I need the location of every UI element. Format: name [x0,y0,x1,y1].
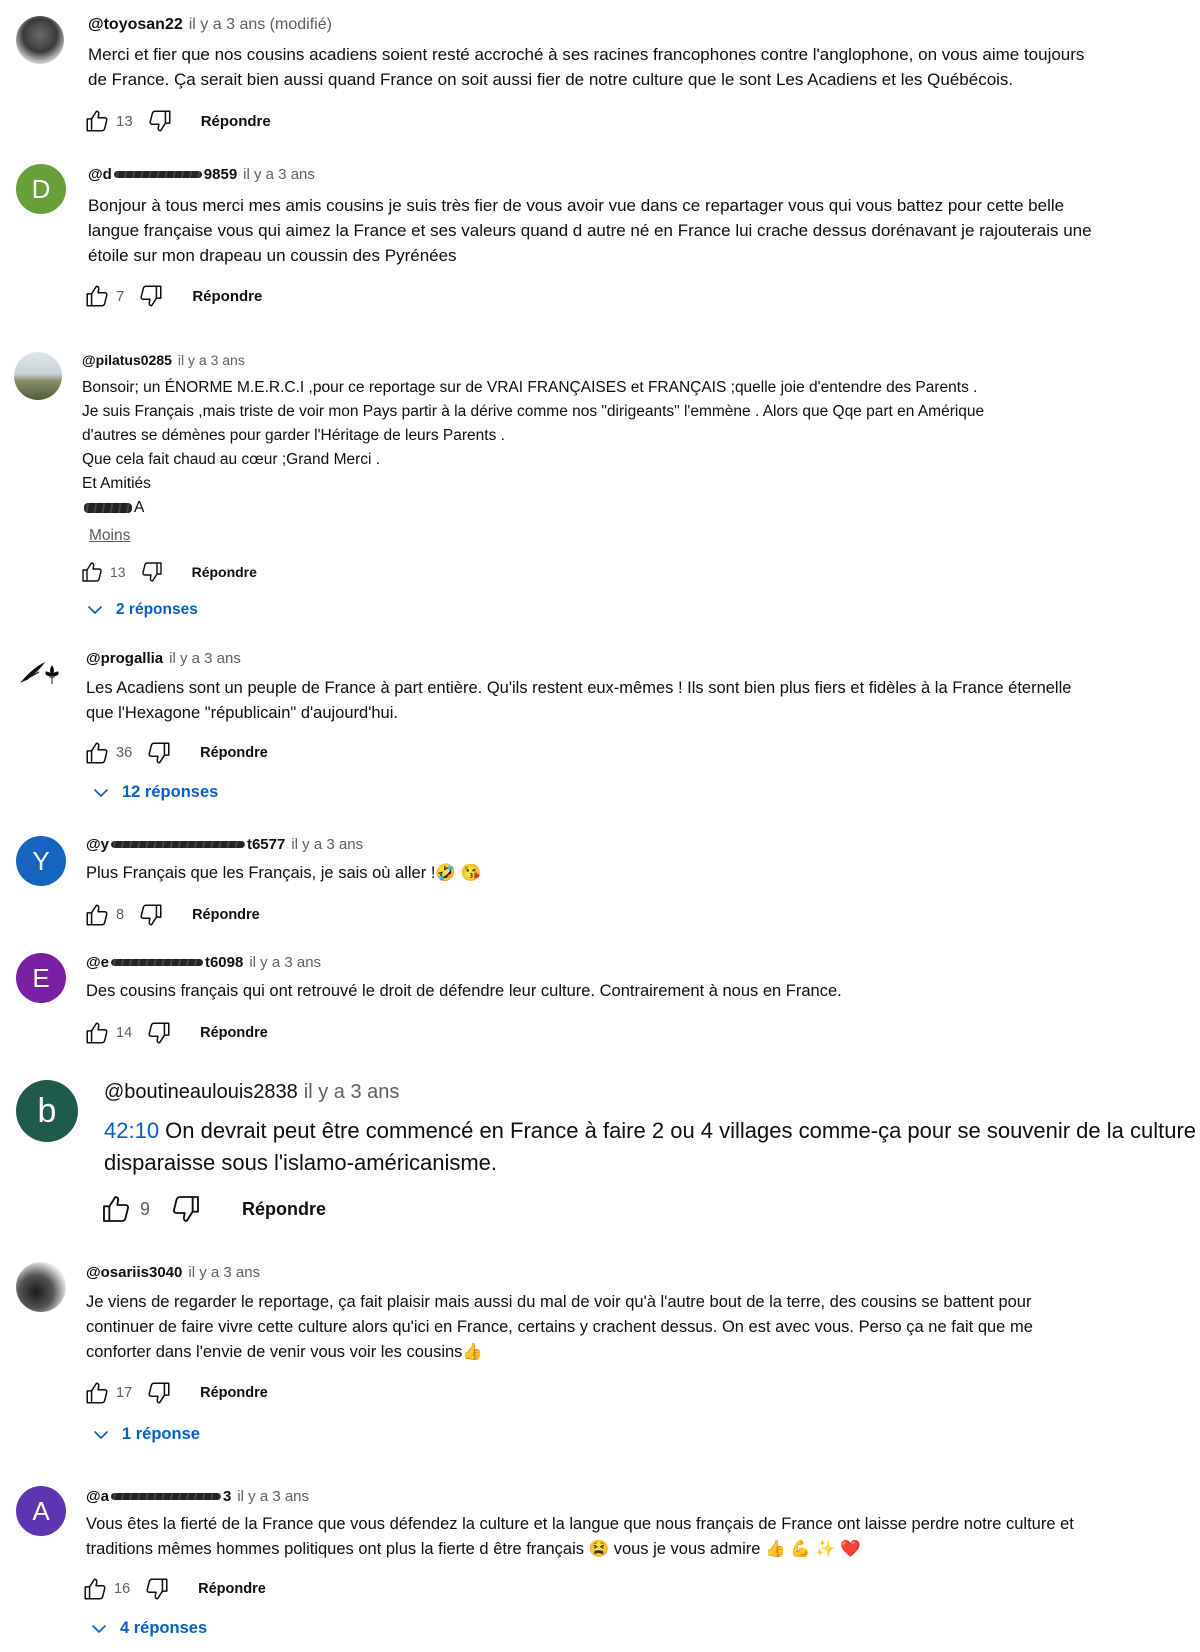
comment-author[interactable]: @progallia [86,650,163,667]
comment-text: Bonjour à tous merci mes amis cousins je… [88,196,1092,265]
thumb-down-icon[interactable] [170,1193,202,1225]
reply-button[interactable]: Répondre [201,113,271,130]
like-count: 13 [110,564,126,580]
avatar[interactable]: b [16,1080,78,1142]
comment-time[interactable]: il y a 3 ans [169,650,241,667]
reply-button[interactable]: Répondre [192,564,257,580]
avatar[interactable] [14,352,62,400]
view-replies-button[interactable]: 12 réponses [92,783,218,802]
comment-author[interactable]: @pilatus0285 [82,352,172,368]
quill-fleur-de-lis-icon [20,662,59,684]
comment-author[interactable]: @a 3 [86,1488,231,1505]
thumb-up-icon[interactable] [84,902,110,928]
avatar[interactable] [16,648,66,698]
comment-text: Bonsoir; un ÉNORME M.E.R.C.I ,pour ce re… [82,376,984,520]
avatar[interactable]: A [16,1486,66,1536]
like-count: 13 [116,112,133,130]
comment-text: Les Acadiens sont un peuple de France à … [86,679,1072,722]
reply-button[interactable]: Répondre [192,288,262,305]
comment-text: Plus Français que les Français, je sais … [86,864,482,882]
thumb-up-icon[interactable] [100,1193,132,1225]
thumb-up-icon[interactable] [84,740,110,766]
avatar[interactable] [16,1262,66,1312]
comment-text: Vous êtes la fierté de la France que vou… [86,1515,1074,1558]
avatar[interactable] [16,16,64,64]
like-count: 7 [116,287,125,305]
avatar[interactable]: Y [16,836,66,886]
timestamp-link[interactable]: 42:10 [104,1118,159,1143]
reply-button[interactable]: Répondre [198,1581,266,1597]
comment-author[interactable]: @d 9859 [88,166,237,183]
thumb-up-icon[interactable] [84,1020,110,1046]
like-count: 14 [116,1025,133,1041]
avatar[interactable]: E [16,953,66,1003]
thumb-up-icon[interactable] [82,1576,108,1602]
chevron-down-icon [90,1620,108,1638]
like-count: 36 [116,745,133,761]
like-count: 8 [116,907,125,923]
like-count: 16 [114,1581,131,1597]
thumb-down-icon[interactable] [146,740,172,766]
thumb-down-icon[interactable] [146,1020,172,1046]
comment-author[interactable]: @osariis3040 [86,1264,182,1281]
reply-button[interactable]: Répondre [200,1025,268,1041]
comment-time[interactable]: il y a 3 ans [188,1264,260,1281]
comment-time[interactable]: il y a 3 ans [178,352,245,368]
view-replies-button[interactable]: 1 réponse [92,1425,200,1444]
thumb-up-icon[interactable] [84,283,110,309]
chevron-down-icon [86,601,104,619]
thumb-down-icon[interactable] [138,902,164,928]
like-count: 17 [116,1385,133,1401]
thumb-down-icon[interactable] [147,108,173,134]
like-count: 9 [140,1198,151,1219]
comment-time[interactable]: il y a 3 ans [304,1081,400,1103]
comment-time[interactable]: il y a 3 ans [291,836,363,853]
thumb-down-icon[interactable] [138,283,164,309]
comment-time[interactable]: il y a 3 ans [243,166,315,183]
avatar[interactable]: D [16,164,66,214]
comment-author[interactable]: @toyosan22 [88,16,183,33]
show-less-link[interactable]: Moins [89,527,130,545]
thumb-up-icon[interactable] [84,108,110,134]
comment-time[interactable]: il y a 3 ans [249,954,321,971]
reply-button[interactable]: Répondre [192,907,260,923]
thumb-down-icon[interactable] [140,560,164,584]
reply-button[interactable]: Répondre [200,1385,268,1401]
view-replies-button[interactable]: 2 réponses [86,601,198,619]
comment-time[interactable]: il y a 3 ans [237,1488,309,1505]
comment-author[interactable]: @y t6577 [86,836,285,853]
chevron-down-icon [92,1426,110,1444]
comment-text: 42:10 On devrait peut être commencé en F… [104,1118,1200,1175]
comment-text: Des cousins français qui ont retrouvé le… [86,982,842,1000]
reply-button[interactable]: Répondre [242,1199,326,1220]
thumb-down-icon[interactable] [144,1576,170,1602]
chevron-down-icon [92,784,110,802]
thumb-up-icon[interactable] [80,560,104,584]
view-replies-button[interactable]: 4 réponses [90,1619,207,1638]
reply-button[interactable]: Répondre [200,745,268,761]
comment-text: Je viens de regarder le reportage, ça fa… [86,1293,1033,1361]
comment-author[interactable]: @boutineaulouis2838 [104,1081,298,1103]
comment-time[interactable]: il y a 3 ans (modifié) [189,16,332,33]
comment-text: Merci et fier que nos cousins acadiens s… [88,45,1085,89]
thumb-down-icon[interactable] [146,1380,172,1406]
comment-author[interactable]: @e t6098 [86,954,243,971]
thumb-up-icon[interactable] [84,1380,110,1406]
